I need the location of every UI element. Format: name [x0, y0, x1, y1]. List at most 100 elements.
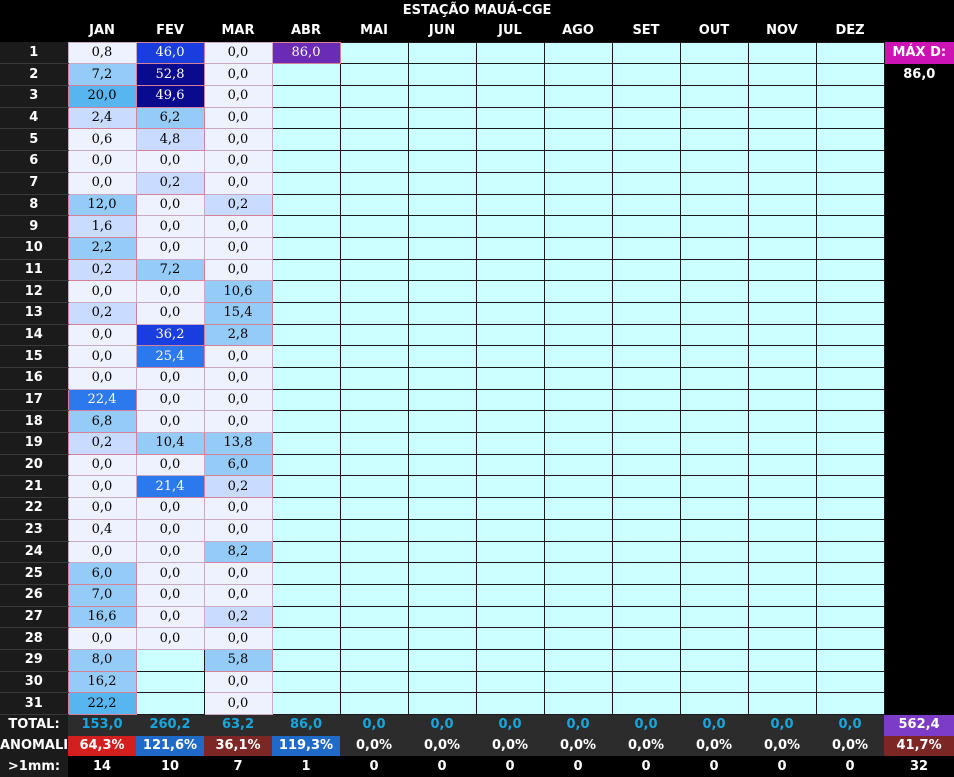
month-header: AGO	[544, 21, 612, 43]
day-row: 15 0,0 25,4 0,0	[0, 345, 954, 368]
rain-cell	[679, 540, 749, 564]
rain-cell	[543, 692, 613, 715]
rain-cell	[271, 193, 341, 217]
rain-cell: 0,0	[67, 540, 137, 564]
rain-cell	[543, 41, 613, 65]
rain-cell	[407, 236, 477, 260]
rain-cell: 52,8	[135, 63, 205, 87]
rain-cell: 8,2	[203, 540, 273, 564]
rain-cell	[475, 215, 545, 238]
side-blank	[884, 215, 954, 238]
rain-cell: 0,0	[203, 583, 273, 607]
day-label: 20	[0, 454, 68, 477]
rain-cell	[815, 258, 885, 282]
rain-cell	[407, 583, 477, 607]
rain-cell	[339, 171, 409, 195]
rain-cell	[611, 41, 681, 65]
rain-cell	[815, 85, 885, 108]
rain-cell	[679, 323, 749, 347]
rain-cell	[611, 410, 681, 434]
rain-cell	[611, 258, 681, 282]
rain-cell: 0,0	[67, 171, 137, 195]
rain-cell: 0,2	[67, 432, 137, 455]
total-value: 0,0	[408, 714, 476, 736]
rain-cell	[815, 41, 885, 65]
rain-cell: 0,0	[67, 345, 137, 368]
rain-cell	[543, 128, 613, 152]
count-value: 1	[272, 756, 340, 777]
rain-cell: 0,2	[203, 193, 273, 217]
rain-cell	[543, 605, 613, 629]
rain-cell	[747, 128, 817, 152]
rain-cell	[611, 692, 681, 715]
day-label: 16	[0, 367, 68, 390]
rain-cell: 0,0	[203, 128, 273, 152]
day-label: 22	[0, 497, 68, 520]
side-blank	[884, 194, 954, 216]
rain-cell	[339, 258, 409, 282]
rain-cell	[543, 497, 613, 520]
month-header: FEV	[136, 21, 204, 43]
rain-cell	[679, 193, 749, 217]
rain-cell	[679, 562, 749, 585]
rain-cell	[475, 540, 545, 564]
side-blank	[884, 497, 954, 520]
day-label: 14	[0, 324, 68, 347]
count-value: 0	[476, 756, 544, 777]
month-header: NOV	[748, 21, 816, 43]
rain-cell	[679, 106, 749, 130]
rain-cell	[679, 453, 749, 477]
rain-cell	[611, 106, 681, 130]
rain-cell: 0,0	[135, 388, 205, 412]
rain-cell	[475, 85, 545, 108]
side-blank	[884, 454, 954, 476]
side-blank	[884, 410, 954, 433]
anomaly-value: 0,0%	[476, 735, 544, 757]
rain-cell	[407, 258, 477, 282]
rain-cell	[475, 692, 545, 715]
rain-cell	[407, 432, 477, 455]
anomaly-value: 64,3%	[68, 735, 136, 757]
day-row: 26 7,0 0,0 0,0	[0, 583, 954, 607]
month-header: MAI	[340, 21, 408, 43]
rain-cell	[611, 367, 681, 390]
rain-cell	[747, 345, 817, 368]
rain-cell	[747, 432, 817, 455]
rain-cell	[407, 323, 477, 347]
rain-cell: 4,8	[135, 128, 205, 152]
side-blank	[884, 584, 954, 607]
rain-cell	[339, 605, 409, 629]
rain-cell	[135, 692, 205, 715]
rain-cell	[679, 583, 749, 607]
total-sum: 562,4	[884, 714, 954, 736]
rain-cell	[679, 280, 749, 303]
rain-cell	[339, 540, 409, 564]
anomaly-value: 0,0%	[748, 735, 816, 757]
rain-cell	[475, 475, 545, 499]
rain-cell	[747, 605, 817, 629]
rain-cell: 0,0	[135, 540, 205, 564]
rain-cell	[747, 453, 817, 477]
day-label: 24	[0, 541, 68, 564]
rain-cell	[339, 367, 409, 390]
total-value: 0,0	[340, 714, 408, 736]
month-header: JAN	[68, 21, 136, 43]
day-label: 6	[0, 150, 68, 173]
side-blank	[884, 367, 954, 390]
day-row: 11 0,2 7,2 0,0	[0, 258, 954, 282]
count-value: 0	[748, 756, 816, 777]
rain-cell	[271, 323, 341, 347]
rain-cell	[815, 540, 885, 564]
rain-cell: 0,0	[203, 106, 273, 130]
total-row: TOTAL: 153,0 260,2 63,2 86,0 0,0 0,0 0,0 0,0 0,0 0…	[0, 714, 954, 736]
rain-cell	[815, 236, 885, 260]
rain-cell	[271, 171, 341, 195]
rain-cell	[475, 323, 545, 347]
rain-cell: 0,0	[135, 193, 205, 217]
rain-cell	[271, 670, 341, 694]
rain-cell	[339, 150, 409, 173]
day-row: 4 2,4 6,2 0,0	[0, 106, 954, 130]
rain-cell	[543, 562, 613, 585]
rain-cell	[747, 236, 817, 260]
rain-cell: 0,2	[67, 301, 137, 325]
